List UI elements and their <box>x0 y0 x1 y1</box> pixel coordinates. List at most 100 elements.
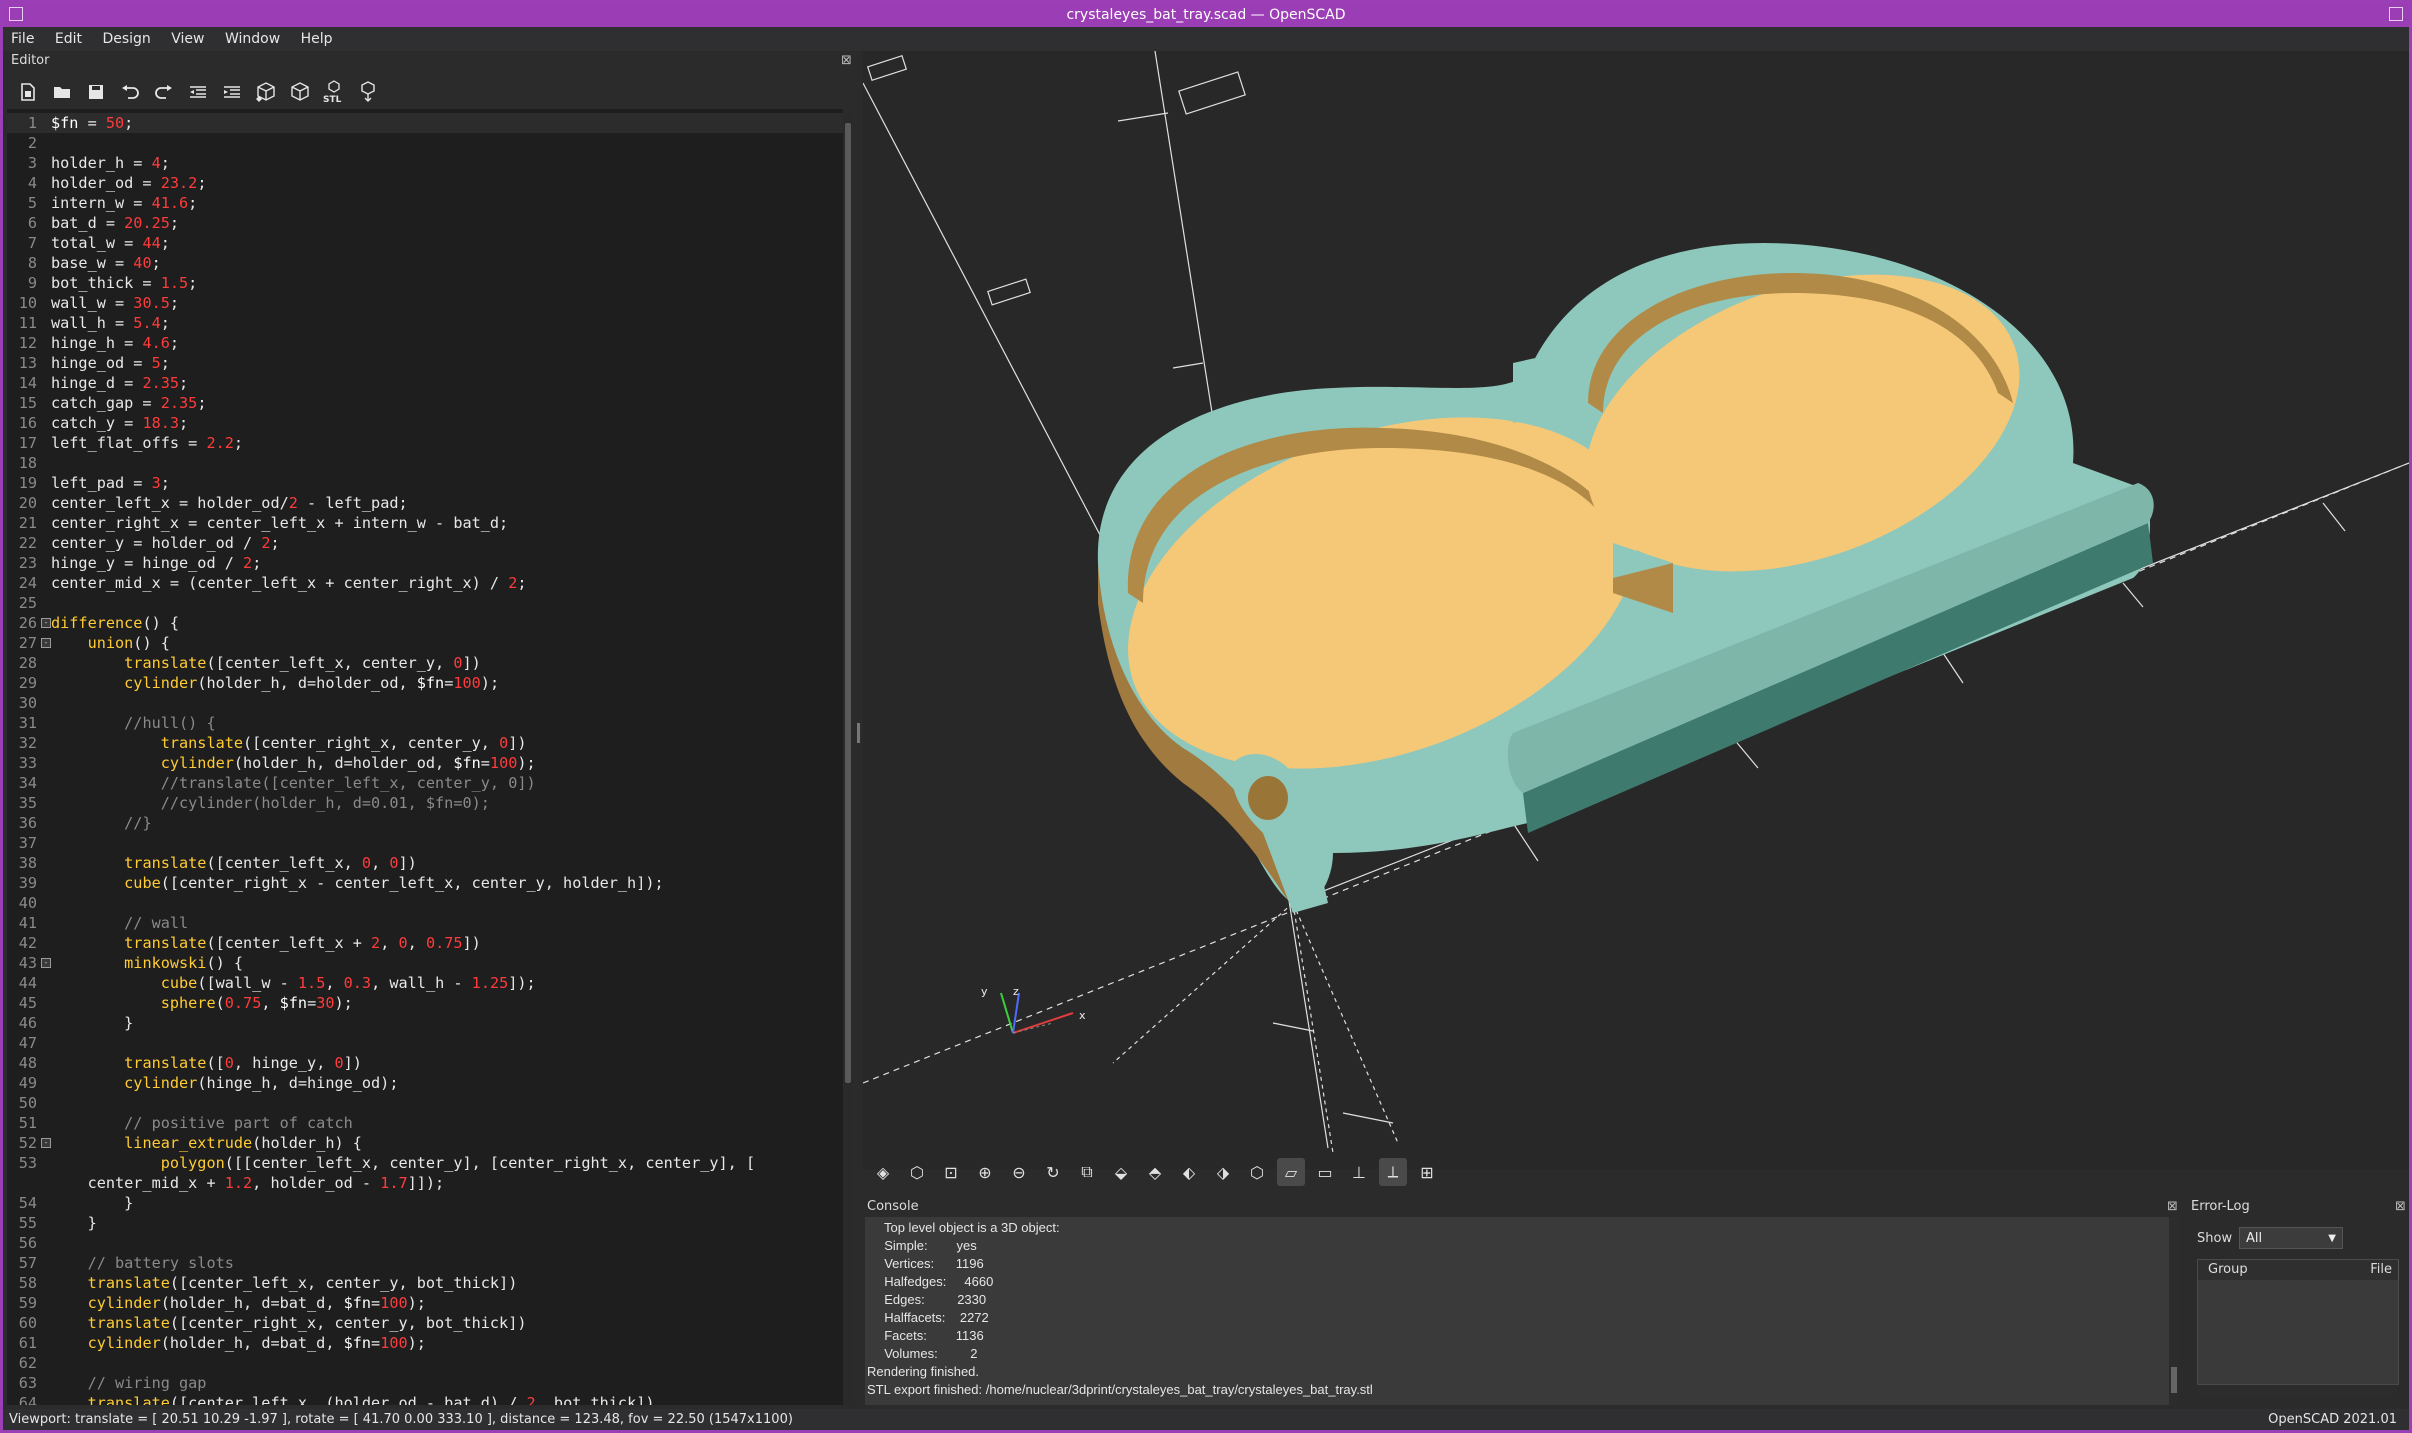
orthogonal-icon[interactable]: ▭ <box>1311 1158 1339 1186</box>
code-line[interactable]: 40 <box>7 893 843 913</box>
code-line[interactable]: 60 translate([center_right_x, center_y, … <box>7 1313 843 1333</box>
menu-help[interactable]: Help <box>301 31 333 47</box>
show-scale-icon[interactable]: ⟂ <box>1379 1158 1407 1186</box>
code-line[interactable]: 21 center_right_x = center_left_x + inter… <box>7 513 843 533</box>
view-front-icon[interactable]: ⬗ <box>1209 1158 1237 1186</box>
error-log-group-header[interactable]: Group <box>2198 1260 2279 1280</box>
zoom-in-icon[interactable]: ⊕ <box>971 1158 999 1186</box>
code-line[interactable]: 25 <box>7 593 843 613</box>
code-line[interactable]: 28 translate([center_left_x, center_y, 0… <box>7 653 843 673</box>
code-line[interactable]: 64 translate([center_left_x, (holder_od … <box>7 1393 843 1405</box>
reset-view-icon[interactable]: ↻ <box>1039 1158 1067 1186</box>
menu-design[interactable]: Design <box>102 31 150 47</box>
view-left-icon[interactable]: ⬖ <box>1175 1158 1203 1186</box>
code-line[interactable]: 30 <box>7 693 843 713</box>
code-line[interactable]: 36 //} <box>7 813 843 833</box>
new-file-icon[interactable] <box>13 77 43 107</box>
code-line[interactable]: 12 hinge_h = 4.6; <box>7 333 843 353</box>
code-line[interactable]: 15 catch_gap = 2.35; <box>7 393 843 413</box>
code-line[interactable]: 34 //translate([center_left_x, center_y,… <box>7 773 843 793</box>
zoom-out-icon[interactable]: ⊖ <box>1005 1158 1033 1186</box>
code-line[interactable]: 62 <box>7 1353 843 1373</box>
code-line[interactable]: 22 center_y = holder_od / 2; <box>7 533 843 553</box>
fold-toggle-icon[interactable]: - <box>41 958 51 968</box>
console-scrollbar[interactable] <box>2169 1217 2179 1405</box>
code-line[interactable]: 16 catch_y = 18.3; <box>7 413 843 433</box>
code-line[interactable]: 18 <box>7 453 843 473</box>
code-line[interactable]: 27- union() { <box>7 633 843 653</box>
undo-icon[interactable] <box>115 77 145 107</box>
preview-icon[interactable] <box>251 77 281 107</box>
view-bottom-icon[interactable]: ⬘ <box>1141 1158 1169 1186</box>
code-line[interactable]: 42 translate([center_left_x + 2, 0, 0.75… <box>7 933 843 953</box>
code-line[interactable]: 29 cylinder(holder_h, d=holder_od, $fn=1… <box>7 673 843 693</box>
error-log-file-header[interactable]: File <box>2278 1260 2399 1280</box>
code-editor[interactable]: 1 $fn = 50; 2 3 holder_h = 4; 4 holder_od = 23… <box>7 109 843 1405</box>
code-line[interactable]: 10 wall_w = 30.5; <box>7 293 843 313</box>
indent-icon[interactable] <box>217 77 247 107</box>
code-line[interactable]: 48 translate([0, hinge_y, 0]) <box>7 1053 843 1073</box>
code-line[interactable]: 8 base_w = 40; <box>7 253 843 273</box>
open-file-icon[interactable] <box>47 77 77 107</box>
code-line[interactable]: 49 cylinder(hinge_h, d=hinge_od); <box>7 1073 843 1093</box>
code-line[interactable]: 37 <box>7 833 843 853</box>
fold-toggle-icon[interactable]: - <box>41 618 51 628</box>
code-line[interactable]: 9 bot_thick = 1.5; <box>7 273 843 293</box>
code-line[interactable]: 52- linear_extrude(holder_h) { <box>7 1133 843 1153</box>
code-line[interactable]: center_mid_x + 1.2, holder_od - 1.7]]); <box>7 1173 843 1193</box>
window-maximize-button[interactable] <box>2389 7 2403 21</box>
menu-view[interactable]: View <box>171 31 204 47</box>
view-top-icon[interactable]: ⬙ <box>1107 1158 1135 1186</box>
code-line[interactable]: 54 } <box>7 1193 843 1213</box>
code-line[interactable]: 6 bat_d = 20.25; <box>7 213 843 233</box>
code-line[interactable]: 47 <box>7 1033 843 1053</box>
code-line[interactable]: 35 //cylinder(holder_h, d=0.01, $fn=0); <box>7 793 843 813</box>
view-back-icon[interactable]: ⬡ <box>1243 1158 1271 1186</box>
export-stl-icon[interactable]: STL <box>319 77 349 107</box>
window-menu-button[interactable] <box>9 7 23 21</box>
code-line[interactable]: 26- difference() { <box>7 613 843 633</box>
editor-scrollbar[interactable] <box>843 111 853 1405</box>
show-edges-icon[interactable]: ⊞ <box>1413 1158 1441 1186</box>
code-line[interactable]: 3 holder_h = 4; <box>7 153 843 173</box>
editor-close-button[interactable]: ⊠ <box>841 53 852 68</box>
menu-edit[interactable]: Edit <box>55 31 82 47</box>
code-line[interactable]: 17 left_flat_offs = 2.2; <box>7 433 843 453</box>
code-line[interactable]: 38 translate([center_left_x, 0, 0]) <box>7 853 843 873</box>
code-line[interactable]: 55 } <box>7 1213 843 1233</box>
code-line[interactable]: 24 center_mid_x = (center_left_x + center… <box>7 573 843 593</box>
code-line[interactable]: 1 $fn = 50; <box>7 113 843 133</box>
console-scrollbar-thumb[interactable] <box>2171 1367 2177 1393</box>
view-all-icon[interactable]: ⊡ <box>937 1158 965 1186</box>
code-line[interactable]: 58 translate([center_left_x, center_y, b… <box>7 1273 843 1293</box>
code-line[interactable]: 19 left_pad = 3; <box>7 473 843 493</box>
save-icon[interactable] <box>81 77 111 107</box>
code-line[interactable]: 32 translate([center_right_x, center_y, … <box>7 733 843 753</box>
fold-toggle-icon[interactable]: - <box>41 638 51 648</box>
code-line[interactable]: 14 hinge_d = 2.35; <box>7 373 843 393</box>
code-line[interactable]: 56 <box>7 1233 843 1253</box>
code-line[interactable]: 2 <box>7 133 843 153</box>
code-line[interactable]: 5 intern_w = 41.6; <box>7 193 843 213</box>
render-icon[interactable] <box>285 77 315 107</box>
send-to-printer-icon[interactable] <box>353 77 383 107</box>
code-line[interactable]: 57 // battery slots <box>7 1253 843 1273</box>
view-right-icon[interactable]: ⧉ <box>1073 1158 1101 1186</box>
code-line[interactable]: 39 cube([center_right_x - center_left_x,… <box>7 873 843 893</box>
code-line[interactable]: 11 wall_h = 5.4; <box>7 313 843 333</box>
code-line[interactable]: 7 total_w = 44; <box>7 233 843 253</box>
code-line[interactable]: 20 center_left_x = holder_od/2 - left_pad… <box>7 493 843 513</box>
code-line[interactable]: 23 hinge_y = hinge_od / 2; <box>7 553 843 573</box>
show-axes-icon[interactable]: ⊥ <box>1345 1158 1373 1186</box>
show-filter-select[interactable]: All ▼ <box>2239 1227 2343 1249</box>
code-line[interactable]: 41 // wall <box>7 913 843 933</box>
code-line[interactable]: 59 cylinder(holder_h, d=bat_d, $fn=100); <box>7 1293 843 1313</box>
code-line[interactable]: 61 cylinder(holder_h, d=bat_d, $fn=100); <box>7 1333 843 1353</box>
menu-window[interactable]: Window <box>225 31 280 47</box>
render-icon[interactable]: ⬡ <box>903 1158 931 1186</box>
fold-toggle-icon[interactable]: - <box>41 1138 51 1148</box>
perspective-icon[interactable]: ▱ <box>1277 1158 1305 1186</box>
code-line[interactable]: 53 polygon([[center_left_x, center_y], [… <box>7 1153 843 1173</box>
menu-file[interactable]: File <box>11 31 34 47</box>
code-line[interactable]: 44 cube([wall_w - 1.5, 0.3, wall_h - 1.2… <box>7 973 843 993</box>
